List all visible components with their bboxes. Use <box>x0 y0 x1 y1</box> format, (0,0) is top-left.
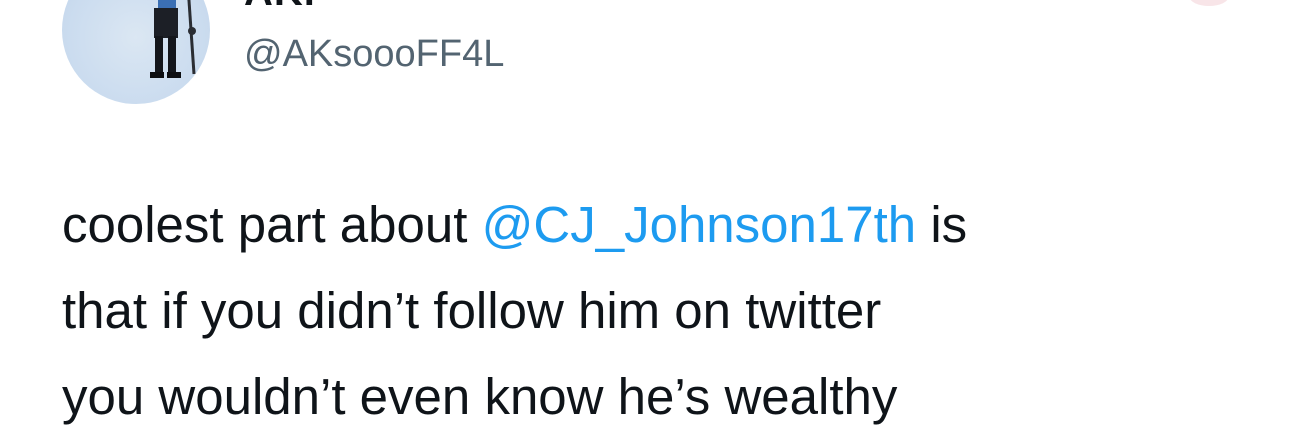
avatar[interactable] <box>62 0 210 104</box>
tweet-text-segment: coolest part about <box>62 196 482 253</box>
user-handle[interactable]: @AKsoooFF4L <box>244 33 504 76</box>
mention-link[interactable]: @CJ_Johnson17th <box>482 196 917 253</box>
menu-icon[interactable] <box>1189 0 1229 6</box>
tweet-text: coolest part about @CJ_Johnson17th is th… <box>62 182 1262 440</box>
display-name[interactable]: AK. <box>244 0 316 15</box>
tweet-line-2: that if you didn’t follow him on twitter <box>62 282 882 339</box>
tweet-line-3: you wouldn’t even know he’s wealthy <box>62 368 898 425</box>
avatar-photo-icon <box>150 0 196 78</box>
tweet-text-segment: is <box>916 196 968 253</box>
tweet-line-1: coolest part about @CJ_Johnson17th is <box>62 182 1262 268</box>
